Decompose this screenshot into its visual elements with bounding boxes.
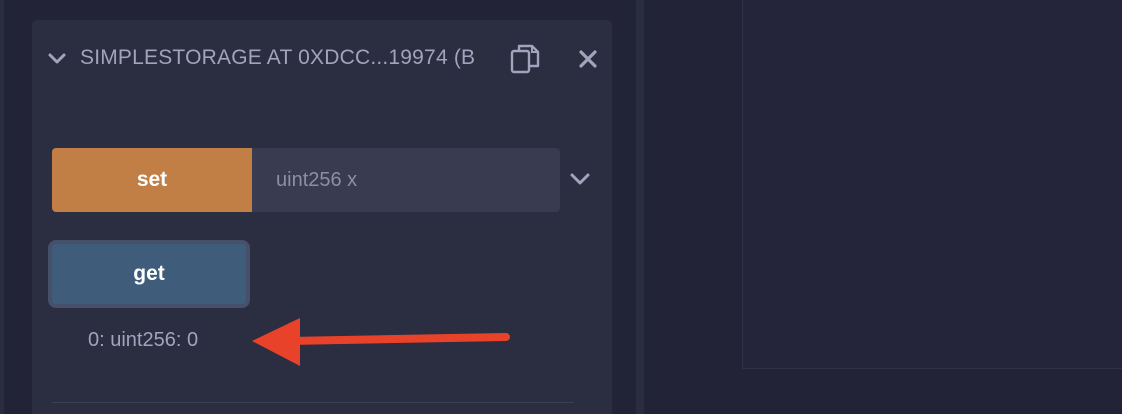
divider — [52, 402, 574, 403]
set-uint256-input[interactable] — [252, 148, 560, 212]
chevron-down-icon[interactable] — [46, 48, 68, 70]
copy-icon[interactable] — [508, 42, 542, 76]
get-result-value: 0: uint256: 0 — [88, 329, 199, 351]
left-arrow-icon — [252, 318, 510, 366]
contract-header: SIMPLESTORAGE AT 0XDCC...19974 (B — [32, 20, 612, 100]
panel-divider[interactable] — [636, 0, 644, 414]
contract-title[interactable]: SIMPLESTORAGE AT 0XDCC...19974 (B — [80, 46, 475, 70]
remix-deploy-view: SIMPLESTORAGE AT 0XDCC...19974 (B set ge… — [0, 0, 1122, 414]
set-button[interactable]: set — [52, 148, 252, 212]
close-icon[interactable] — [576, 47, 600, 71]
get-button[interactable]: get — [48, 240, 250, 308]
left-border — [0, 0, 4, 414]
editor-area — [742, 0, 1122, 369]
chevron-down-icon[interactable] — [568, 167, 592, 191]
